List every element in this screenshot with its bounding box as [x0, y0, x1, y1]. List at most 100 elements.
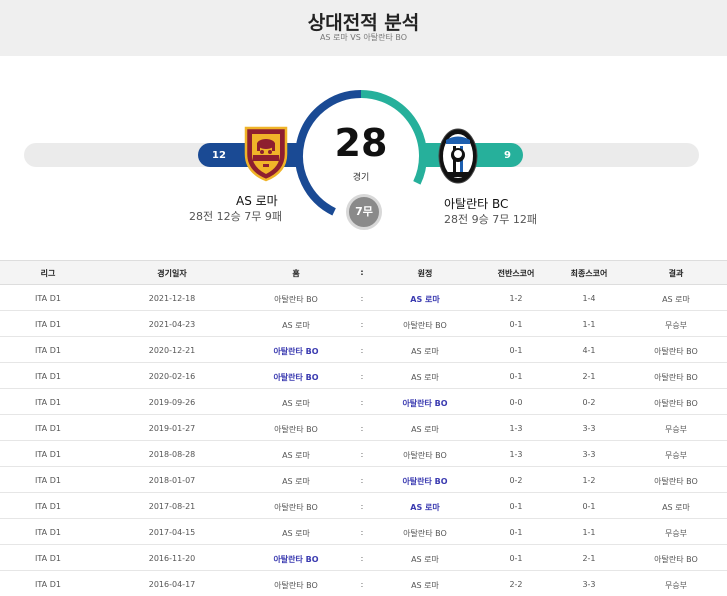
header-final-score: 최종스코어 — [570, 269, 608, 278]
cell-half-score: 0-1 — [509, 320, 523, 329]
table-row: ITA D1 2019-09-26 AS 로마: 아탈란타 BO 0-0 0-2 아탈란타 … — [0, 389, 727, 415]
cell-result: 아탈란타 BO — [654, 373, 698, 382]
cell-date: 2016-11-20 — [148, 554, 196, 563]
cell-league: ITA D1 — [35, 424, 61, 433]
cell-result: 무승부 — [664, 529, 688, 538]
cell-away-team: 아탈란타 BO — [402, 399, 448, 408]
cell-home-team: 아탈란타 BO — [274, 503, 318, 512]
table-row: ITA D1 2017-08-21 아탈란타 BO: AS 로마 0-1 0-1 AS 로마 — [0, 493, 727, 519]
table-header: 리그 경기일자 홈 : 원정 전반스코어 최종스코어 결과 — [0, 260, 727, 285]
table-row: ITA D1 2016-04-17 아탈란타 BO: AS 로마 2-2 3-3 무승부 — [0, 571, 727, 596]
cell-league: ITA D1 — [35, 320, 61, 329]
cell-separator: : — [360, 424, 364, 433]
cell-separator: : — [360, 320, 364, 329]
table-row: ITA D1 2018-01-07 AS 로마: 아탈란타 BO 0-2 1-2 아탈란타 … — [0, 467, 727, 493]
away-team-record: 28전 9승 7무 12패 — [444, 213, 537, 226]
cell-half-score: 1-3 — [509, 450, 523, 459]
cell-date: 2021-04-23 — [148, 320, 196, 329]
cell-separator: : — [360, 346, 364, 355]
cell-result: 아탈란타 BO — [654, 347, 698, 356]
page-title: 상대전적 분석 — [307, 12, 420, 34]
cell-half-score: 0-1 — [509, 554, 523, 563]
cell-home-team: 아탈란타 BO — [273, 373, 319, 382]
cell-final-score: 2-1 — [582, 372, 596, 381]
table-body: ITA D1 2021-12-18 아탈란타 BO: AS 로마 1-2 1-4 AS 로마… — [0, 285, 727, 596]
cell-league: ITA D1 — [35, 580, 61, 589]
header-date: 경기일자 — [157, 269, 187, 278]
page-subtitle: AS 로마 VS 아탈란타 BO — [319, 33, 408, 42]
cell-home-team: 아탈란타 BO — [273, 555, 319, 564]
cell-final-score: 1-4 — [582, 294, 596, 303]
away-wins-count: 9 — [504, 150, 511, 161]
games-label: 경기 — [352, 173, 370, 183]
cell-separator: : — [360, 398, 364, 407]
cell-away-team: AS 로마 — [410, 295, 440, 304]
draws-badge: 7무 — [346, 194, 382, 230]
table-row: ITA D1 2018-08-28 AS 로마: 아탈란타 BO 1-3 3-3 무승부 — [0, 441, 727, 467]
cell-date: 2018-08-28 — [148, 450, 196, 459]
cell-league: ITA D1 — [35, 450, 61, 459]
cell-half-score: 1-2 — [509, 294, 523, 303]
cell-result: AS 로마 — [662, 295, 690, 304]
cell-final-score: 1-1 — [582, 528, 596, 537]
cell-separator: : — [360, 294, 364, 303]
cell-result: 무승부 — [664, 581, 688, 590]
cell-final-score: 0-2 — [582, 398, 596, 407]
home-wins-count: 12 — [212, 150, 226, 161]
match-history-table: 리그 경기일자 홈 : 원정 전반스코어 최종스코어 결과 ITA D1 2021… — [0, 260, 727, 596]
cell-result: 무승부 — [664, 451, 688, 460]
cell-final-score: 1-1 — [582, 320, 596, 329]
cell-away-team: 아탈란타 BO — [402, 477, 448, 486]
cell-home-team: 아탈란타 BO — [273, 347, 319, 356]
cell-away-team: AS 로마 — [411, 347, 439, 356]
cell-final-score: 0-1 — [582, 502, 596, 511]
cell-home-team: AS 로마 — [282, 477, 310, 486]
cell-half-score: 2-2 — [509, 580, 523, 589]
cell-league: ITA D1 — [35, 346, 61, 355]
cell-league: ITA D1 — [35, 502, 61, 511]
cell-final-score: 2-1 — [582, 554, 596, 563]
header-half-score: 전반스코어 — [497, 269, 535, 278]
cell-half-score: 0-1 — [509, 502, 523, 511]
cell-away-team: AS 로마 — [411, 555, 439, 564]
cell-home-team: 아탈란타 BO — [274, 425, 318, 434]
cell-half-score: 0-0 — [509, 398, 523, 407]
total-games: 28 — [334, 121, 388, 165]
atalanta-logo-icon — [438, 128, 478, 184]
cell-away-team: 아탈란타 BO — [403, 529, 447, 538]
cell-separator: : — [360, 476, 364, 485]
cell-away-team: AS 로마 — [411, 373, 439, 382]
cell-home-team: AS 로마 — [282, 321, 310, 330]
header-separator: : — [360, 268, 364, 277]
cell-separator: : — [360, 554, 364, 563]
cell-home-team: 아탈란타 BO — [274, 581, 318, 590]
cell-final-score: 3-3 — [582, 450, 596, 459]
cell-league: ITA D1 — [35, 398, 61, 407]
cell-league: ITA D1 — [35, 528, 61, 537]
cell-date: 2017-08-21 — [148, 502, 196, 511]
cell-date: 2019-01-27 — [148, 424, 196, 433]
cell-away-team: 아탈란타 BO — [403, 321, 447, 330]
table-row: ITA D1 2019-01-27 아탈란타 BO: AS 로마 1-3 3-3 무승부 — [0, 415, 727, 441]
cell-date: 2020-02-16 — [148, 372, 196, 381]
cell-date: 2019-09-26 — [148, 398, 196, 407]
cell-away-team: AS 로마 — [411, 425, 439, 434]
cell-home-team: AS 로마 — [282, 451, 310, 460]
cell-away-team: AS 로마 — [410, 503, 440, 512]
header-league: 리그 — [40, 269, 56, 278]
cell-away-team: AS 로마 — [411, 581, 439, 590]
cell-result: 아탈란타 BO — [654, 399, 698, 408]
cell-final-score: 3-3 — [582, 580, 596, 589]
table-row: ITA D1 2021-04-23 AS 로마: 아탈란타 BO 0-1 1-1 무승부 — [0, 311, 727, 337]
cell-result: 무승부 — [664, 321, 688, 330]
cell-half-score: 1-3 — [509, 424, 523, 433]
cell-final-score: 3-3 — [582, 424, 596, 433]
cell-date: 2021-12-18 — [148, 294, 196, 303]
home-team-record: 28전 12승 7무 9패 — [189, 210, 282, 223]
cell-date: 2020-12-21 — [148, 346, 196, 355]
cell-half-score: 0-1 — [509, 528, 523, 537]
cell-home-team: 아탈란타 BO — [274, 295, 318, 304]
cell-date: 2018-01-07 — [148, 476, 196, 485]
away-team-name: 아탈란타 BC — [444, 197, 509, 211]
cell-final-score: 4-1 — [582, 346, 596, 355]
